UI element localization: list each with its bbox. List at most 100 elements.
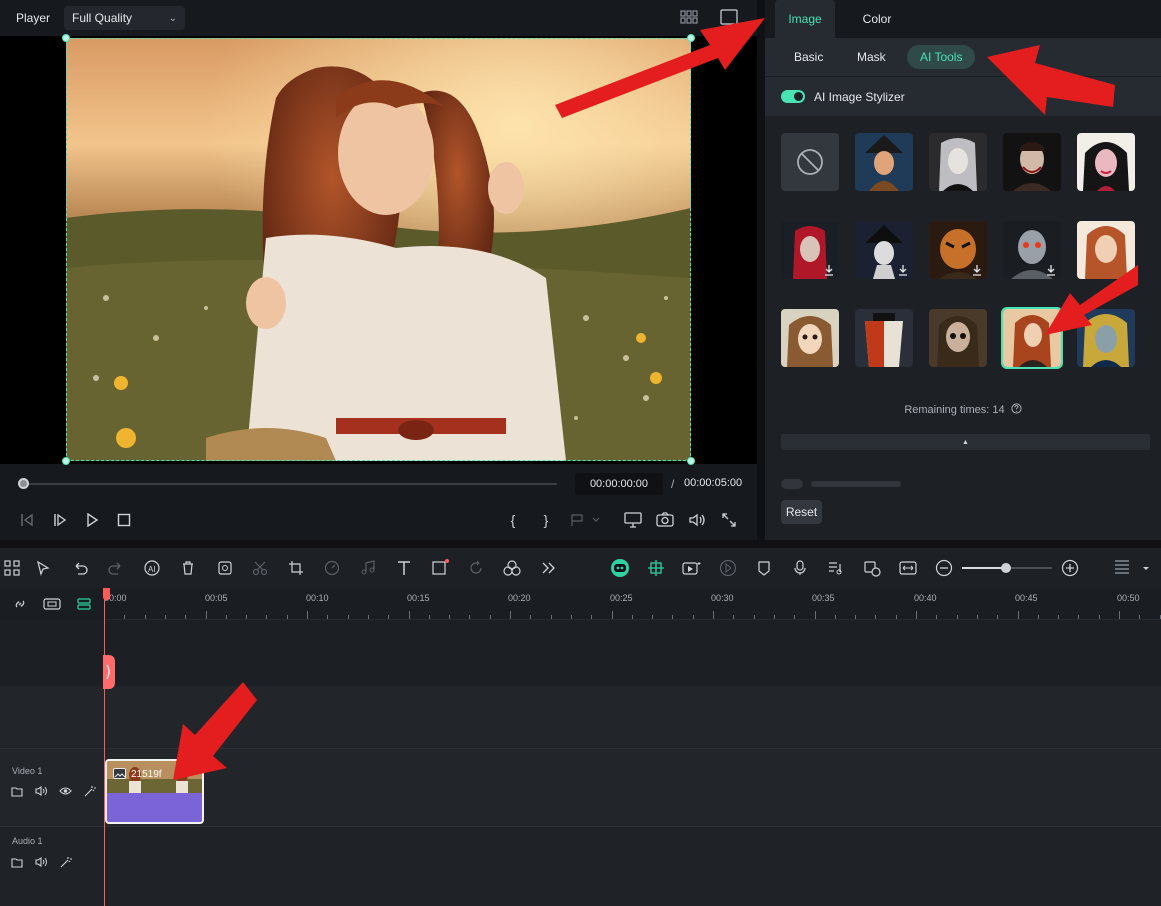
video-clip[interactable]: 21519f	[105, 759, 204, 824]
delete-icon[interactable]	[178, 558, 198, 578]
help-icon[interactable]	[1011, 403, 1022, 414]
style-thumbnail[interactable]	[1077, 133, 1135, 191]
time-ruler[interactable]: 00:00 00:05 00:10 00:15 00:20 00:25 00:3…	[104, 588, 1161, 620]
select-tool-icon[interactable]	[33, 558, 53, 578]
current-timecode[interactable]: 00:00:00:00	[575, 473, 663, 495]
scrub-handle[interactable]	[18, 478, 29, 489]
zoom-slider-handle[interactable]	[1001, 563, 1011, 573]
mute-icon[interactable]	[34, 784, 48, 798]
ruler-tick	[895, 615, 897, 619]
track-options-icon[interactable]	[1112, 558, 1132, 578]
text-icon[interactable]	[394, 558, 414, 578]
snapshot-icon[interactable]	[655, 510, 675, 530]
subtab-ai-tools[interactable]: AI Tools	[907, 45, 976, 69]
link-icon[interactable]	[10, 594, 30, 614]
ruler-tick	[1058, 615, 1060, 619]
selection-frame[interactable]	[66, 38, 691, 461]
tab-image[interactable]: Image	[775, 0, 835, 38]
mute-icon[interactable]	[34, 855, 48, 869]
redo-icon[interactable]	[106, 558, 126, 578]
snap-icon[interactable]	[646, 558, 666, 578]
style-thumbnail[interactable]	[781, 309, 839, 367]
reset-button[interactable]: Reset	[781, 500, 822, 524]
subtab-mask[interactable]: Mask	[844, 45, 899, 69]
split-icon[interactable]	[250, 558, 270, 578]
stylizer-toggle[interactable]	[781, 90, 805, 103]
microphone-icon[interactable]	[790, 558, 810, 578]
resize-handle[interactable]	[62, 34, 70, 42]
text-to-speech-icon[interactable]	[826, 558, 846, 578]
zoom-in-icon[interactable]	[1060, 558, 1080, 578]
lock-folder-icon[interactable]	[10, 855, 24, 869]
collapse-button[interactable]: ▲	[781, 434, 1150, 450]
lock-folder-icon[interactable]	[10, 784, 24, 798]
magic-wand-icon[interactable]	[82, 784, 96, 798]
grid-view-icon[interactable]	[679, 8, 699, 26]
style-thumbnail-selected[interactable]	[1001, 307, 1063, 369]
render-preview-icon[interactable]	[718, 558, 738, 578]
style-thumbnail[interactable]	[1003, 221, 1061, 279]
group-icon[interactable]	[42, 594, 62, 614]
marker-icon[interactable]	[568, 510, 604, 530]
mark-in-icon[interactable]: {	[503, 510, 523, 530]
fit-icon[interactable]	[898, 558, 918, 578]
color-icon[interactable]	[502, 558, 522, 578]
crop-frame-icon[interactable]	[719, 8, 739, 26]
mark-out-icon[interactable]: }	[536, 510, 556, 530]
playhead-handle[interactable]	[103, 588, 110, 600]
scrub-track[interactable]	[22, 483, 557, 485]
undo-icon[interactable]	[70, 558, 90, 578]
volume-icon[interactable]	[687, 510, 707, 530]
audio-track[interactable]: Audio 1	[0, 826, 1161, 906]
quality-dropdown[interactable]: Full Quality ⌄	[64, 6, 186, 30]
tab-color[interactable]: Color	[847, 0, 907, 38]
resize-handle[interactable]	[687, 34, 695, 42]
style-thumbnail[interactable]	[929, 133, 987, 191]
next-frame-icon[interactable]	[50, 510, 70, 530]
auto-highlight-icon[interactable]	[682, 558, 702, 578]
ruler-tick	[570, 615, 572, 619]
shape-icon[interactable]	[430, 558, 450, 578]
layout-icon[interactable]	[2, 558, 22, 578]
track-manager-icon[interactable]	[74, 594, 94, 614]
playhead[interactable]	[104, 588, 105, 906]
empty-track-area[interactable]	[0, 620, 1161, 686]
ai-tool-icon[interactable]: AI	[142, 558, 162, 578]
style-thumbnail[interactable]	[929, 309, 987, 367]
previous-frame-icon[interactable]	[17, 510, 37, 530]
stop-icon[interactable]	[114, 510, 134, 530]
video-preview[interactable]	[0, 34, 757, 465]
ai-cutout-icon[interactable]	[215, 558, 235, 578]
subtab-basic[interactable]: Basic	[781, 45, 836, 69]
eye-icon[interactable]	[58, 784, 72, 798]
style-thumbnail[interactable]	[855, 309, 913, 367]
rotate-icon[interactable]	[466, 558, 486, 578]
ruler-tick	[225, 615, 227, 619]
more-tools-icon[interactable]	[538, 558, 558, 578]
style-thumbnail[interactable]	[1077, 309, 1135, 367]
style-thumbnail[interactable]	[1003, 133, 1061, 191]
play-icon[interactable]	[82, 510, 102, 530]
mark-icon[interactable]	[754, 558, 774, 578]
track-spacer	[0, 686, 1161, 748]
ai-copilot-icon[interactable]	[610, 558, 630, 578]
style-thumbnail[interactable]	[1077, 221, 1135, 279]
style-thumbnail[interactable]	[929, 221, 987, 279]
zoom-out-icon[interactable]	[934, 558, 954, 578]
chevron-down-icon[interactable]	[1136, 558, 1156, 578]
playhead-marker[interactable]	[103, 655, 115, 689]
ruler-tick	[773, 615, 775, 619]
ruler-tick	[1159, 615, 1161, 619]
crop-icon[interactable]	[286, 558, 306, 578]
audio-icon[interactable]	[358, 558, 378, 578]
style-none[interactable]	[781, 133, 839, 191]
style-thumbnail[interactable]	[855, 221, 913, 279]
replace-media-icon[interactable]	[862, 558, 882, 578]
magic-wand-icon[interactable]	[58, 855, 72, 869]
fullscreen-icon[interactable]	[719, 510, 739, 530]
speed-icon[interactable]	[322, 558, 342, 578]
style-thumbnail[interactable]	[781, 221, 839, 279]
ruler-label: 00:35	[812, 593, 835, 603]
display-settings-icon[interactable]	[623, 510, 643, 530]
style-thumbnail[interactable]	[855, 133, 913, 191]
